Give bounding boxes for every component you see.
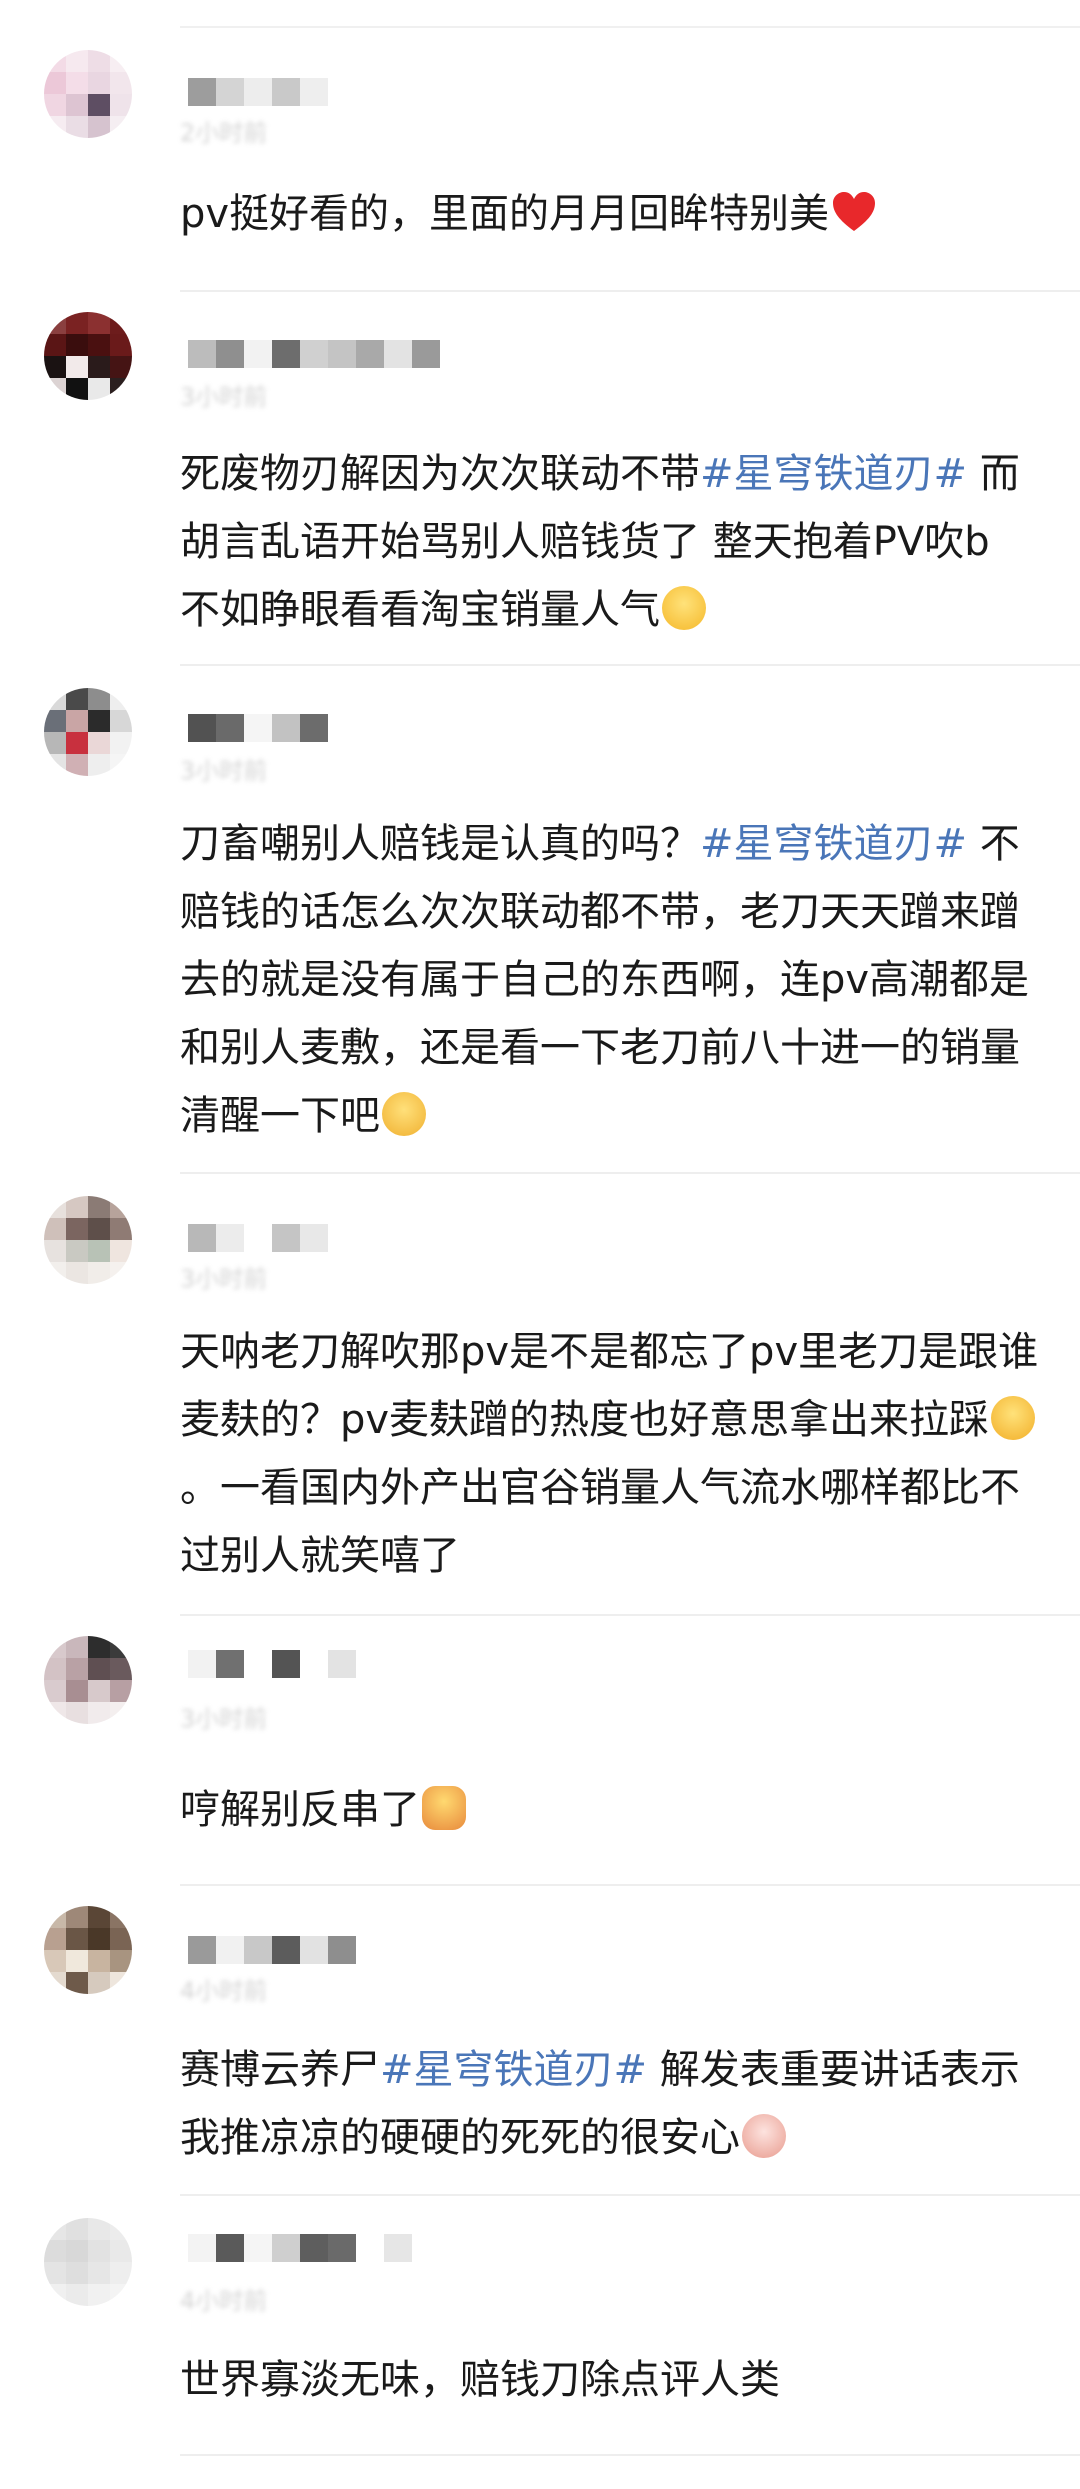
comment-body: 不赔钱的话怎么次次联动都不带，老刀天天蹭来蹭去的就是没有属于自己的东西啊，连pv… xyxy=(180,821,1030,1139)
avatar[interactable] xyxy=(44,1636,132,1724)
comment-text: pv挺好看的，里面的月月回眸特别美 xyxy=(180,180,1040,248)
comment-body: 哼解别反串了 xyxy=(180,1787,420,1833)
comment-body: 天呐老刀解吹那pv是不是都忘了pv里老刀是跟谁麦麸的？pv麦麸蹭的热度也好意思拿… xyxy=(180,1329,1039,1443)
comment-body: 刀畜嘲别人赔钱是认真的吗？ xyxy=(180,821,700,867)
timestamp: 2小时前 xyxy=(180,119,268,147)
divider xyxy=(180,1614,1080,1616)
divider xyxy=(180,1884,1080,1886)
divider xyxy=(180,290,1080,292)
thinking-emoji xyxy=(382,1092,426,1136)
divider xyxy=(180,2194,1080,2196)
scream-emoji xyxy=(742,2114,786,2158)
timestamp: 3小时前 xyxy=(180,757,268,785)
comment-text: 天呐老刀解吹那pv是不是都忘了pv里老刀是跟谁麦麸的？pv麦麸蹭的热度也好意思拿… xyxy=(180,1318,1040,1590)
timestamp: 4小时前 xyxy=(180,1977,268,2005)
topic-link[interactable]: #星穹铁道刃# xyxy=(700,451,967,497)
timestamp: 3小时前 xyxy=(180,1705,268,1733)
comment-text: 世界寡淡无味，赔钱刀除点评人类 xyxy=(180,2346,1040,2414)
divider xyxy=(180,664,1080,666)
avatar[interactable] xyxy=(44,1196,132,1284)
topic-link[interactable]: #星穹铁道刃# xyxy=(700,821,967,867)
avatar[interactable] xyxy=(44,312,132,400)
heart-emoji xyxy=(831,187,877,231)
username-blurred[interactable] xyxy=(188,1650,356,1680)
comment-text: 死废物刃解因为次次联动不带#星穹铁道刃# 而胡言乱语开始骂别人赔钱货了 整天抱着… xyxy=(180,440,1040,644)
username-blurred[interactable] xyxy=(188,78,356,108)
timestamp: 4小时前 xyxy=(180,2287,268,2315)
username-blurred[interactable] xyxy=(188,340,440,370)
divider xyxy=(180,1172,1080,1174)
avatar[interactable] xyxy=(44,1906,132,1994)
smile-emoji xyxy=(662,586,706,630)
avatar[interactable] xyxy=(44,2218,132,2306)
username-blurred[interactable] xyxy=(188,714,328,744)
avatar[interactable] xyxy=(44,688,132,776)
timestamp: 3小时前 xyxy=(180,1265,268,1293)
timestamp: 3小时前 xyxy=(180,383,268,411)
comment-body: 。一看国内外产出官谷销量人气流水哪样都比不过别人就笑嘻了 xyxy=(180,1465,1020,1579)
shocked-emoji xyxy=(991,1396,1036,1440)
comment-body: 死废物刃解因为次次联动不带 xyxy=(180,451,700,497)
comment-body: 赛博云养尸 xyxy=(180,2047,380,2093)
fighting-emoji xyxy=(422,1786,466,1830)
comment-body: pv挺好看的，里面的月月回眸特别美 xyxy=(180,191,830,237)
username-blurred[interactable] xyxy=(188,1936,356,1966)
top-divider xyxy=(180,26,1080,28)
comment-text: 哼解别反串了 xyxy=(180,1776,1040,1844)
username-blurred[interactable] xyxy=(188,1224,328,1254)
divider xyxy=(180,2454,1080,2456)
topic-link[interactable]: #星穹铁道刃# xyxy=(380,2047,647,2093)
comment-text: 赛博云养尸#星穹铁道刃# 解发表重要讲话表示我推凉凉的硬硬的死死的很安心 xyxy=(180,2036,1040,2172)
comment-body: 世界寡淡无味，赔钱刀除点评人类 xyxy=(180,2357,780,2403)
username-blurred[interactable] xyxy=(188,2234,412,2264)
comment-text: 刀畜嘲别人赔钱是认真的吗？#星穹铁道刃# 不赔钱的话怎么次次联动都不带，老刀天天… xyxy=(180,810,1040,1150)
avatar[interactable] xyxy=(44,50,132,138)
